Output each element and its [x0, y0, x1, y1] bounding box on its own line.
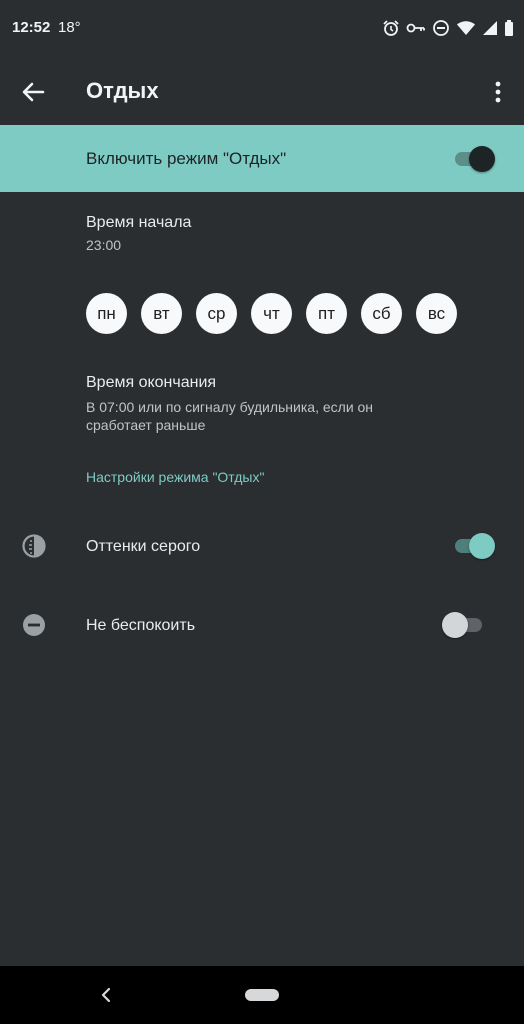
navigation-bar	[0, 966, 524, 1024]
dnd-label: Не беспокоить	[86, 617, 196, 634]
start-time-setting[interactable]: Время начала 23:00	[86, 214, 191, 254]
bedtime-settings-link[interactable]: Настройки режима "Отдых"	[86, 469, 264, 485]
day-chip-tue[interactable]: вт	[141, 293, 182, 334]
master-switch-label: Включить режим "Отдых"	[86, 149, 287, 168]
arrow-back-icon[interactable]	[18, 77, 48, 107]
vpn-key-icon	[406, 23, 425, 33]
master-switch-toggle[interactable]	[455, 146, 495, 172]
dnd-toggle[interactable]	[442, 612, 484, 638]
day-chip-mon[interactable]: пн	[86, 293, 127, 334]
page-title: Отдых	[86, 78, 159, 103]
toggle-thumb	[469, 533, 495, 559]
status-temperature: 18°	[58, 19, 81, 36]
end-time-title: Время окончания	[86, 374, 217, 391]
grayscale-icon	[22, 534, 46, 558]
start-time-value: 23:00	[86, 237, 122, 253]
end-time-setting[interactable]: Время окончания В 07:00 или по сигналу б…	[86, 374, 406, 434]
status-time: 12:52	[12, 19, 51, 36]
day-chip-thu[interactable]: чт	[251, 293, 292, 334]
day-chip-wed[interactable]: ср	[196, 293, 237, 334]
battery-icon	[505, 20, 513, 36]
status-icons	[382, 18, 514, 38]
do-not-disturb-icon	[23, 614, 45, 636]
nav-back-icon[interactable]	[98, 986, 114, 1004]
day-chip-sat[interactable]: сб	[361, 293, 402, 334]
more-vert-icon[interactable]	[488, 78, 508, 106]
start-time-title: Время начала	[86, 214, 192, 231]
alarm-icon	[383, 20, 399, 36]
toggle-thumb	[442, 612, 468, 638]
grayscale-setting-row[interactable]: Оттенки серого	[0, 516, 524, 576]
signal-icon	[483, 21, 497, 35]
toggle-thumb	[469, 146, 495, 172]
wifi-icon	[457, 21, 475, 35]
nav-home-pill[interactable]	[245, 989, 279, 1001]
grayscale-toggle[interactable]	[455, 533, 495, 559]
day-chip-fri[interactable]: пт	[306, 293, 347, 334]
status-bar: 12:52 18°	[0, 0, 524, 58]
app-bar: Отдых	[0, 58, 524, 124]
master-switch-row[interactable]: Включить режим "Отдых"	[0, 125, 524, 192]
days-of-week: пн вт ср чт пт сб вс	[86, 293, 457, 334]
end-time-value: В 07:00 или по сигналу будильника, если …	[86, 399, 374, 433]
grayscale-label: Оттенки серого	[86, 538, 201, 555]
dnd-icon	[433, 20, 449, 36]
day-chip-sun[interactable]: вс	[416, 293, 457, 334]
